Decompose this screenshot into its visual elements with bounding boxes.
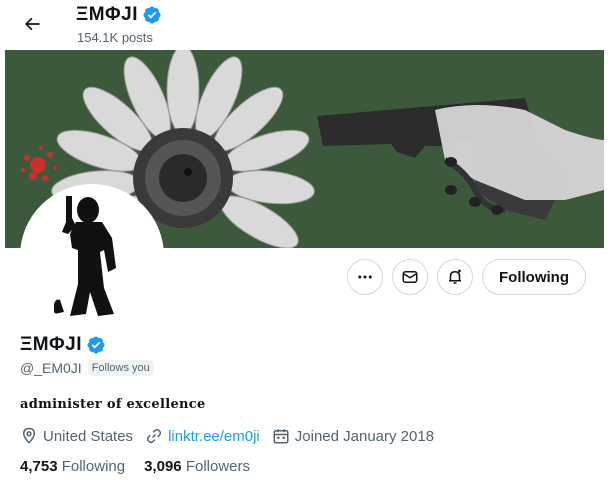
top-bar: ΞMΦJI 154.1K posts [0, 0, 610, 50]
profile-handle: @_EM0JI [20, 360, 82, 376]
silhouette-graphic [24, 188, 160, 324]
message-button[interactable] [392, 259, 429, 295]
handle-row: @_EM0JI Follows you [20, 360, 154, 376]
location-icon [22, 427, 36, 444]
location-item: United States [20, 427, 133, 445]
joined-item: Joined January 2018 [272, 427, 434, 445]
profile-avatar[interactable] [20, 184, 164, 328]
following-button[interactable]: Following [482, 259, 586, 295]
profile-name: ΞMΦJI [20, 334, 106, 356]
more-button[interactable] [347, 259, 384, 295]
follows-you-badge: Follows you [87, 360, 154, 376]
notifications-button[interactable] [437, 259, 474, 295]
profile-actions: Following [347, 259, 586, 295]
link-icon [146, 428, 162, 444]
header-name: ΞMΦJI [76, 4, 162, 26]
avatar-image [24, 188, 160, 324]
profile-link[interactable]: linktr.ee/em0ji [168, 428, 260, 445]
more-icon [358, 275, 372, 279]
back-button[interactable] [14, 6, 50, 42]
post-count: 154.1K posts [77, 30, 153, 45]
followers-stat[interactable]: 3,096 Followers [144, 458, 250, 475]
profile-stats: 4,753 Following 3,096 Followers [20, 458, 250, 475]
verified-badge-icon [143, 6, 161, 24]
calendar-icon [273, 429, 289, 444]
link-item: linktr.ee/em0ji [145, 427, 260, 445]
profile-meta: United States linktr.ee/em0ji Joined Jan… [20, 427, 446, 445]
notification-bell-icon [449, 269, 462, 284]
message-icon [402, 271, 418, 283]
verified-badge-icon [87, 336, 105, 354]
back-arrow-icon [24, 17, 40, 31]
following-stat[interactable]: 4,753 Following [20, 458, 125, 475]
profile-bio: administer of excellence [20, 397, 206, 412]
